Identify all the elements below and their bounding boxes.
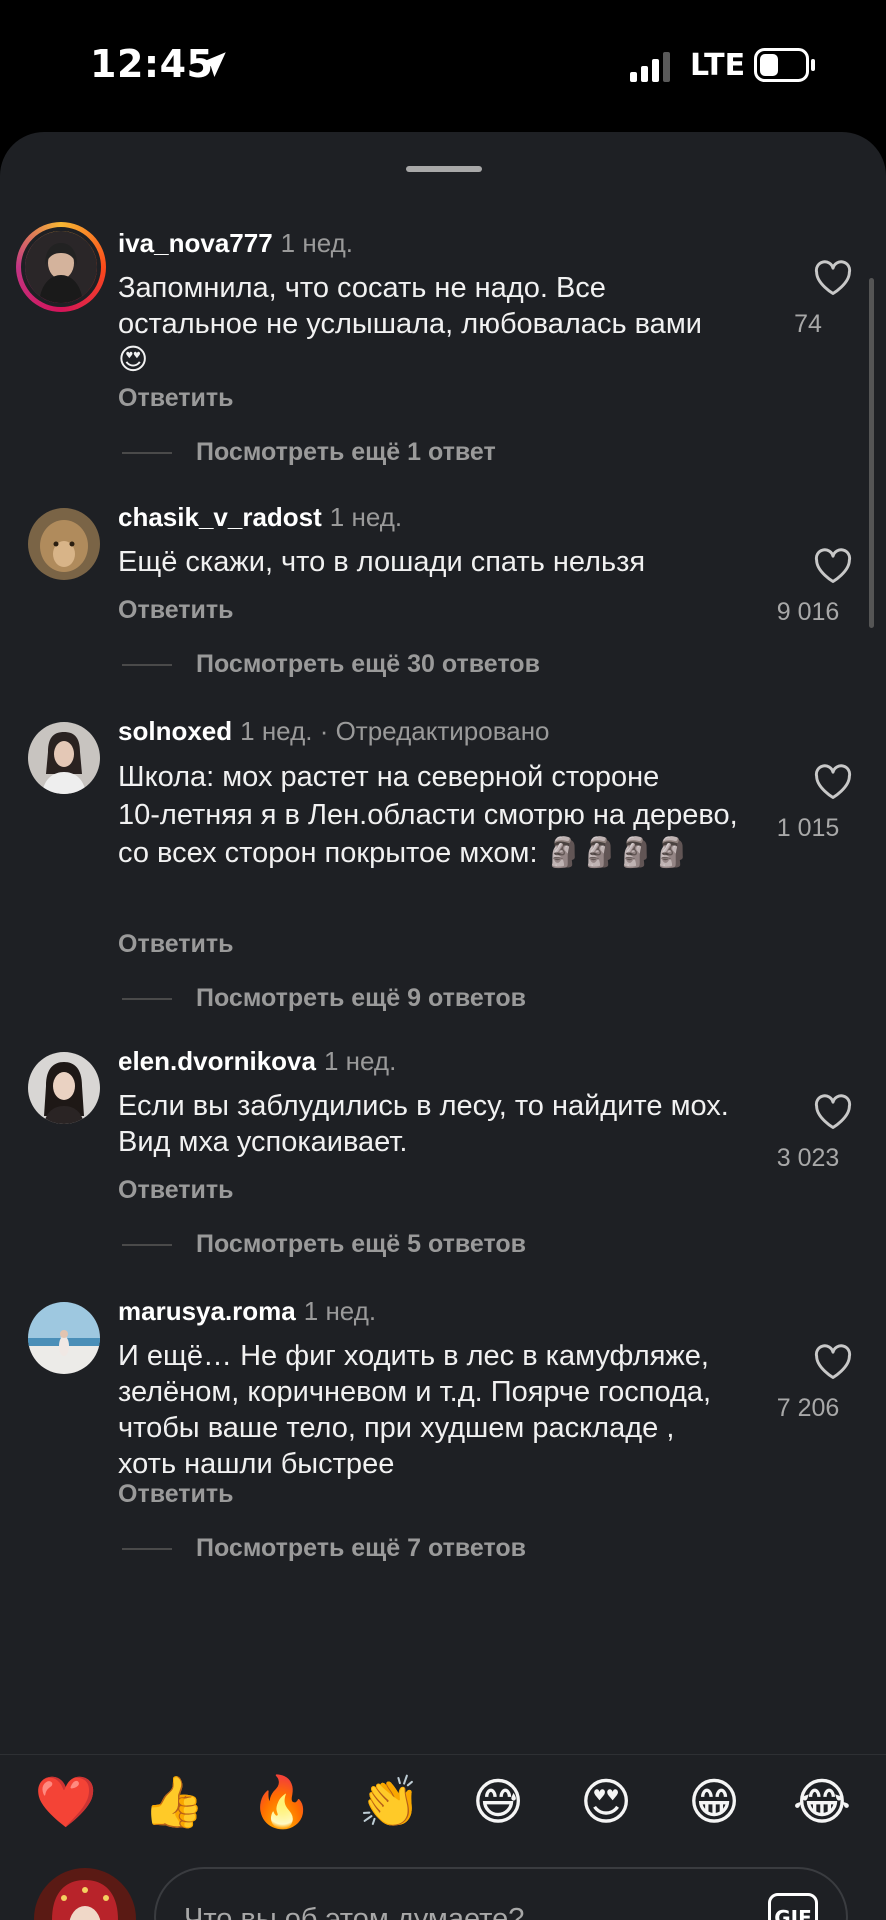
comment-meta: solnoxed 1 нед. · Отредактировано	[118, 716, 550, 747]
comment-meta: chasik_v_radost 1 нед.	[118, 502, 402, 533]
divider	[0, 1754, 886, 1755]
heart-icon[interactable]	[813, 1344, 853, 1380]
like-count: 1 015	[776, 814, 840, 842]
like-button[interactable]: 9 016	[777, 548, 886, 627]
like-count: 74	[794, 310, 822, 338]
view-more-replies[interactable]: Посмотреть ещё 9 ответов	[122, 984, 526, 1013]
heart-icon[interactable]	[813, 764, 853, 800]
thread-line	[122, 452, 172, 455]
location-arrow-icon	[200, 52, 226, 78]
like-button[interactable]: 74	[780, 260, 886, 339]
reply-button[interactable]: Ответить	[118, 930, 234, 959]
reply-button[interactable]: Ответить	[118, 1176, 234, 1205]
my-avatar[interactable]	[34, 1868, 136, 1920]
cellular-signal-icon	[630, 52, 670, 82]
view-more-replies[interactable]: Посмотреть ещё 7 ответов	[122, 1534, 526, 1563]
like-button[interactable]: 7 206	[777, 1344, 886, 1423]
username[interactable]: elen.dvornikova	[118, 1046, 316, 1076]
comment-composer: GIF	[0, 1864, 886, 1920]
gif-button[interactable]: GIF	[768, 1893, 818, 1920]
reply-button[interactable]: Ответить	[118, 1480, 234, 1509]
reaction-thumbs-up[interactable]: 👍	[142, 1770, 206, 1834]
avatar[interactable]	[28, 1052, 100, 1124]
view-more-replies[interactable]: Посмотреть ещё 30 ответов	[122, 650, 540, 679]
reply-button[interactable]: Ответить	[118, 596, 234, 625]
comment-meta: iva_nova777 1 нед.	[118, 228, 353, 259]
comment-text: Если вы заблудились в лесу, то найдите м…	[118, 1090, 729, 1158]
edited-label: · Отредактировано	[319, 716, 550, 746]
comment-time: 1 нед.	[280, 228, 353, 258]
avatar[interactable]	[28, 722, 100, 794]
comment-text: Ещё скажи, что в лошади спать нельзя	[118, 546, 646, 578]
comment-time: 1 нед.	[240, 716, 313, 746]
like-button[interactable]: 1 015	[777, 764, 886, 843]
sheet-drag-handle[interactable]	[406, 166, 482, 172]
like-count: 7 206	[776, 1394, 840, 1422]
comment-text: И ещё… Не фиг ходить в лес в камуфляже, …	[118, 1340, 712, 1480]
reaction-grin[interactable]: 😁	[682, 1770, 746, 1834]
view-more-replies-label: Посмотреть ещё 9 ответов	[196, 984, 527, 1012]
view-more-replies[interactable]: Посмотреть ещё 1 ответ	[122, 438, 496, 467]
reaction-heart-eyes[interactable]: 😍	[574, 1770, 638, 1834]
comment-time: 1 нед.	[329, 502, 403, 532]
username[interactable]: solnoxed	[118, 716, 232, 746]
thread-line	[122, 998, 172, 1001]
view-more-replies[interactable]: Посмотреть ещё 5 ответов	[122, 1230, 526, 1259]
comment-input-field[interactable]: GIF	[154, 1867, 848, 1920]
comment-text: Школа: мох растет на северной стороне 10…	[118, 761, 738, 869]
heart-icon[interactable]	[813, 548, 853, 584]
comment-input[interactable]	[184, 1897, 704, 1920]
comment-meta: elen.dvornikova 1 нед.	[118, 1046, 396, 1077]
comment-time: 1 нед.	[323, 1046, 397, 1076]
comments-sheet: iva_nova777 1 нед. Запомнила, что сосать …	[0, 132, 886, 1920]
heart-icon[interactable]	[813, 260, 853, 296]
thread-line	[122, 664, 172, 667]
comment-text: Запомнила, что сосать не надо. Все остал…	[118, 272, 702, 376]
view-more-replies-label: Посмотреть ещё 7 ответов	[196, 1534, 527, 1562]
username[interactable]: marusya.roma	[118, 1296, 296, 1326]
battery-icon	[754, 48, 815, 82]
avatar[interactable]	[16, 222, 106, 312]
reaction-joy[interactable]: 😂	[790, 1770, 854, 1834]
like-button[interactable]: 3 023	[777, 1094, 886, 1173]
thread-line	[122, 1548, 172, 1551]
like-count: 9 016	[776, 598, 840, 626]
username[interactable]: chasik_v_radost	[118, 502, 322, 532]
clock: 12:45	[90, 42, 214, 86]
network-type: LTE	[690, 48, 746, 83]
like-count: 3 023	[776, 1144, 840, 1172]
quick-reactions-bar: ❤️ 👍 🔥 👏 😅 😍 😁 😂	[0, 1770, 886, 1850]
view-more-replies-label: Посмотреть ещё 5 ответов	[196, 1230, 527, 1258]
view-more-replies-label: Посмотреть ещё 1 ответ	[196, 438, 496, 466]
comment-time: 1 нед.	[303, 1296, 377, 1326]
avatar[interactable]	[28, 508, 100, 580]
view-more-replies-label: Посмотреть ещё 30 ответов	[196, 650, 540, 678]
username[interactable]: iva_nova777	[118, 228, 273, 258]
status-bar: 12:45 LTE	[0, 0, 886, 132]
avatar[interactable]	[28, 1302, 100, 1374]
thread-line	[122, 1244, 172, 1247]
reaction-fire[interactable]: 🔥	[250, 1770, 314, 1834]
reaction-clap[interactable]: 👏	[358, 1770, 422, 1834]
reaction-heart[interactable]: ❤️	[34, 1770, 98, 1834]
heart-icon[interactable]	[813, 1094, 853, 1130]
reaction-sweat-smile[interactable]: 😅	[466, 1770, 530, 1834]
comment-meta: marusya.roma 1 нед.	[118, 1296, 376, 1327]
reply-button[interactable]: Ответить	[118, 384, 234, 413]
